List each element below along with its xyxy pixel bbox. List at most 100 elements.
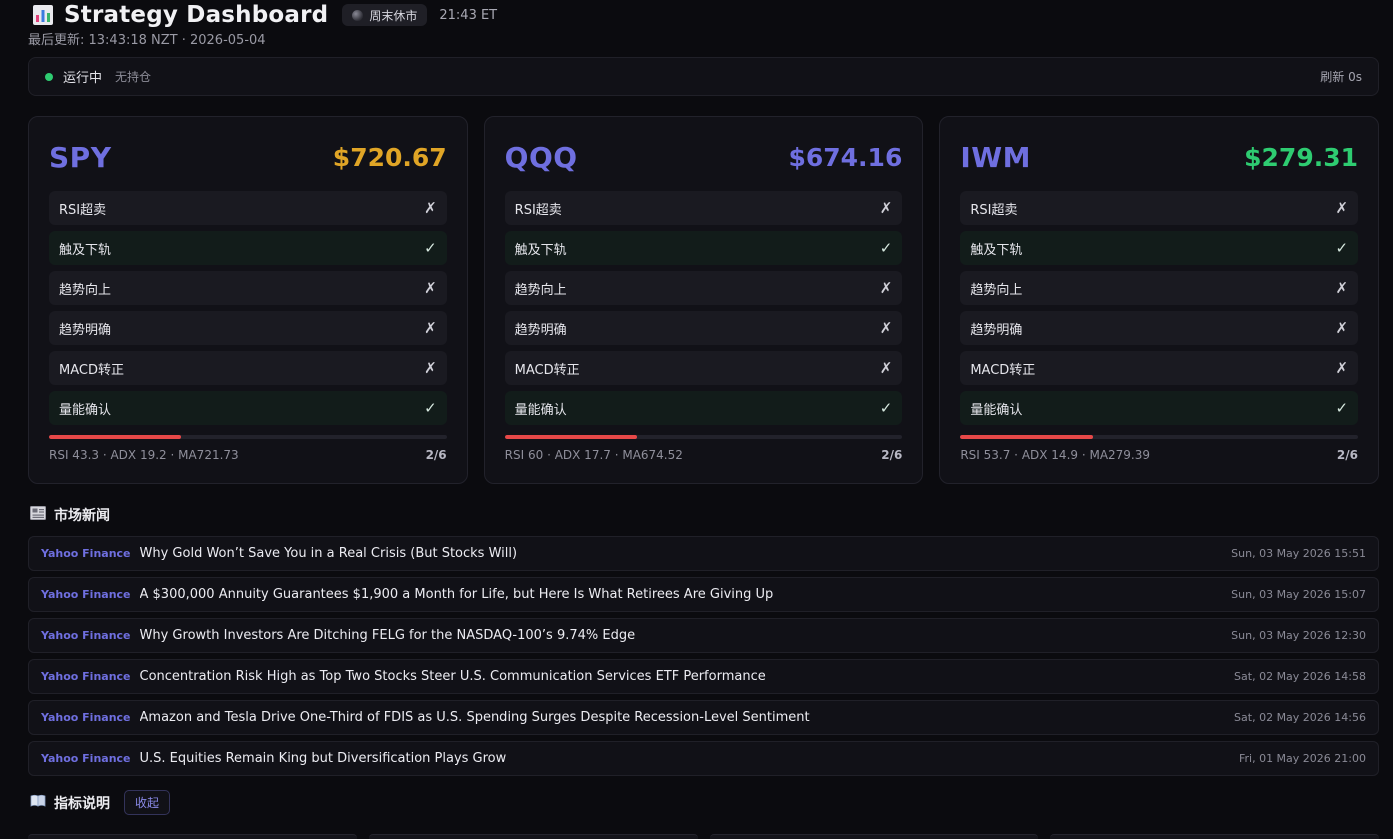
news-item[interactable]: Yahoo Finance Concentration Risk High as… (28, 659, 1379, 694)
last-updated: 最后更新: 13:43:18 NZT · 2026-05-04 (28, 33, 266, 48)
cross-icon: ✗ (879, 199, 893, 217)
header: Strategy Dashboard 周末休市 21:43 ET (32, 0, 497, 30)
condition-row: 量能确认 ✓ (49, 391, 447, 425)
news-time: Sun, 03 May 2026 12:30 (1231, 629, 1366, 642)
page-title: Strategy Dashboard (64, 2, 329, 28)
score-progress-bar (504, 435, 903, 439)
ticker-symbol: QQQ (504, 140, 578, 174)
condition-label: RSI超卖 (514, 202, 562, 218)
card-header: IWM $279.31 (960, 117, 1358, 191)
news-time: Sun, 03 May 2026 15:07 (1231, 588, 1366, 601)
news-item[interactable]: Yahoo Finance Why Growth Investors Are D… (28, 618, 1379, 653)
guide-panels-peek (28, 834, 1379, 839)
ticker-price: $674.16 (788, 142, 903, 172)
news-headline-link[interactable]: Why Growth Investors Are Ditching FELG f… (140, 628, 636, 643)
news-item[interactable]: Yahoo Finance Amazon and Tesla Drive One… (28, 700, 1379, 735)
condition-label: RSI超卖 (970, 202, 1018, 218)
condition-row: 趋势明确 ✗ (960, 311, 1359, 345)
condition-label: 触及下轨 (514, 242, 567, 258)
news-time: Fri, 01 May 2026 21:00 (1238, 752, 1366, 765)
card-footer: RSI 60 · ADX 17.7 · MA674.52 2/6 (505, 448, 903, 462)
news-headline-link[interactable]: A $300,000 Annuity Guarantees $1,900 a M… (140, 587, 774, 602)
condition-row: 趋势向上 ✗ (504, 271, 903, 305)
holding-status: 无持仓 (115, 70, 152, 84)
cross-icon: ✗ (424, 199, 437, 217)
condition-label: RSI超卖 (59, 202, 107, 218)
condition-score: 2/6 (881, 448, 903, 462)
condition-row: 量能确认 ✓ (960, 391, 1359, 425)
news-headline-link[interactable]: Amazon and Tesla Drive One-Third of FDIS… (140, 710, 810, 725)
cross-icon: ✗ (1335, 359, 1349, 377)
condition-row: 趋势向上 ✗ (49, 271, 447, 305)
guide-panel (709, 834, 1039, 839)
news-section-header: 市场新闻 (30, 505, 110, 525)
condition-label: 趋势向上 (514, 282, 567, 298)
news-item[interactable]: Yahoo Finance U.S. Equities Remain King … (28, 741, 1379, 776)
score-progress-fill (960, 435, 1093, 439)
dashboard-page: Strategy Dashboard 周末休市 21:43 ET 最后更新: 1… (0, 0, 1393, 839)
condition-score: 2/6 (425, 448, 447, 462)
condition-label: MACD转正 (970, 362, 1036, 378)
newspaper-icon (30, 506, 46, 524)
ticker-card-spy: SPY $720.67 RSI超卖 ✗ 触及下轨 ✓ 趋势向上 ✗ 趋势明确 ✗ MAC… (28, 116, 468, 484)
condition-list: RSI超卖 ✗ 触及下轨 ✓ 趋势向上 ✗ 趋势明确 ✗ MACD转正 ✗ 量能确认 ✓ (504, 191, 903, 425)
indicator-metrics: RSI 53.7 · ADX 14.9 · MA279.39 (960, 448, 1151, 462)
ticker-symbol: IWM (960, 140, 1032, 174)
check-icon: ✓ (879, 399, 893, 417)
news-headline-link[interactable]: Concentration Risk High as Top Two Stock… (140, 669, 766, 684)
condition-label: 趋势明确 (514, 322, 567, 338)
news-time: Sat, 02 May 2026 14:56 (1234, 711, 1366, 724)
condition-row: 趋势明确 ✗ (504, 311, 903, 345)
cross-icon: ✗ (879, 359, 893, 377)
guide-panel (1050, 834, 1379, 839)
check-icon: ✓ (424, 399, 437, 417)
score-progress-bar (960, 435, 1359, 439)
market-status-label: 周末休市 (369, 8, 418, 23)
condition-list: RSI超卖 ✗ 触及下轨 ✓ 趋势向上 ✗ 趋势明确 ✗ MACD转正 ✗ 量能确认 ✓ (960, 191, 1359, 425)
news-source: Yahoo Finance (41, 629, 131, 642)
cross-icon: ✗ (1335, 279, 1349, 297)
cross-icon: ✗ (879, 319, 893, 337)
running-indicator-icon (45, 72, 53, 81)
ticker-price: $720.67 (332, 142, 447, 172)
condition-row: 触及下轨 ✓ (960, 231, 1359, 265)
guide-section-header: 指标说明 收起 (30, 790, 171, 815)
status-bar: 运行中 无持仓 刷新 0s (28, 57, 1379, 96)
ticker-price: $279.31 (1244, 142, 1359, 172)
condition-row: 量能确认 ✓ (504, 391, 903, 425)
check-icon: ✓ (1335, 399, 1349, 417)
score-progress-bar (49, 435, 447, 439)
condition-row: 趋势向上 ✗ (960, 271, 1359, 305)
cross-icon: ✗ (424, 359, 437, 377)
news-list: Yahoo Finance Why Gold Won’t Save You in… (28, 536, 1379, 776)
condition-label: 趋势明确 (59, 322, 112, 338)
news-section-title: 市场新闻 (54, 508, 110, 524)
bar-chart-icon (32, 4, 54, 26)
score-progress-fill (49, 435, 182, 439)
cross-icon: ✗ (879, 279, 893, 297)
news-time: Sat, 02 May 2026 14:58 (1234, 670, 1366, 683)
news-source: Yahoo Finance (41, 670, 131, 683)
cross-icon: ✗ (424, 319, 437, 337)
news-item[interactable]: Yahoo Finance A $300,000 Annuity Guarant… (28, 577, 1379, 612)
guide-section-title: 指标说明 (54, 795, 110, 812)
check-icon: ✓ (879, 239, 893, 257)
moon-icon (352, 9, 364, 21)
condition-score: 2/6 (1336, 448, 1359, 462)
news-source: Yahoo Finance (41, 588, 131, 601)
indicator-metrics: RSI 60 · ADX 17.7 · MA674.52 (504, 448, 683, 462)
condition-label: 触及下轨 (970, 242, 1023, 258)
collapse-button[interactable]: 收起 (124, 790, 171, 815)
cross-icon: ✗ (1335, 199, 1349, 217)
market-status-badge: 周末休市 (342, 4, 428, 26)
news-source: Yahoo Finance (41, 752, 131, 765)
news-headline-link[interactable]: Why Gold Won’t Save You in a Real Crisis… (140, 546, 518, 561)
ticker-symbol: SPY (49, 140, 112, 174)
card-footer: RSI 53.7 · ADX 14.9 · MA279.39 2/6 (960, 448, 1358, 462)
refresh-counter: 刷新 0s (1320, 70, 1362, 84)
news-item[interactable]: Yahoo Finance Why Gold Won’t Save You in… (28, 536, 1379, 571)
book-icon (30, 794, 46, 811)
card-header: QQQ $674.16 (505, 117, 903, 191)
card-header: SPY $720.67 (49, 117, 447, 191)
news-headline-link[interactable]: U.S. Equities Remain King but Diversific… (140, 751, 507, 766)
